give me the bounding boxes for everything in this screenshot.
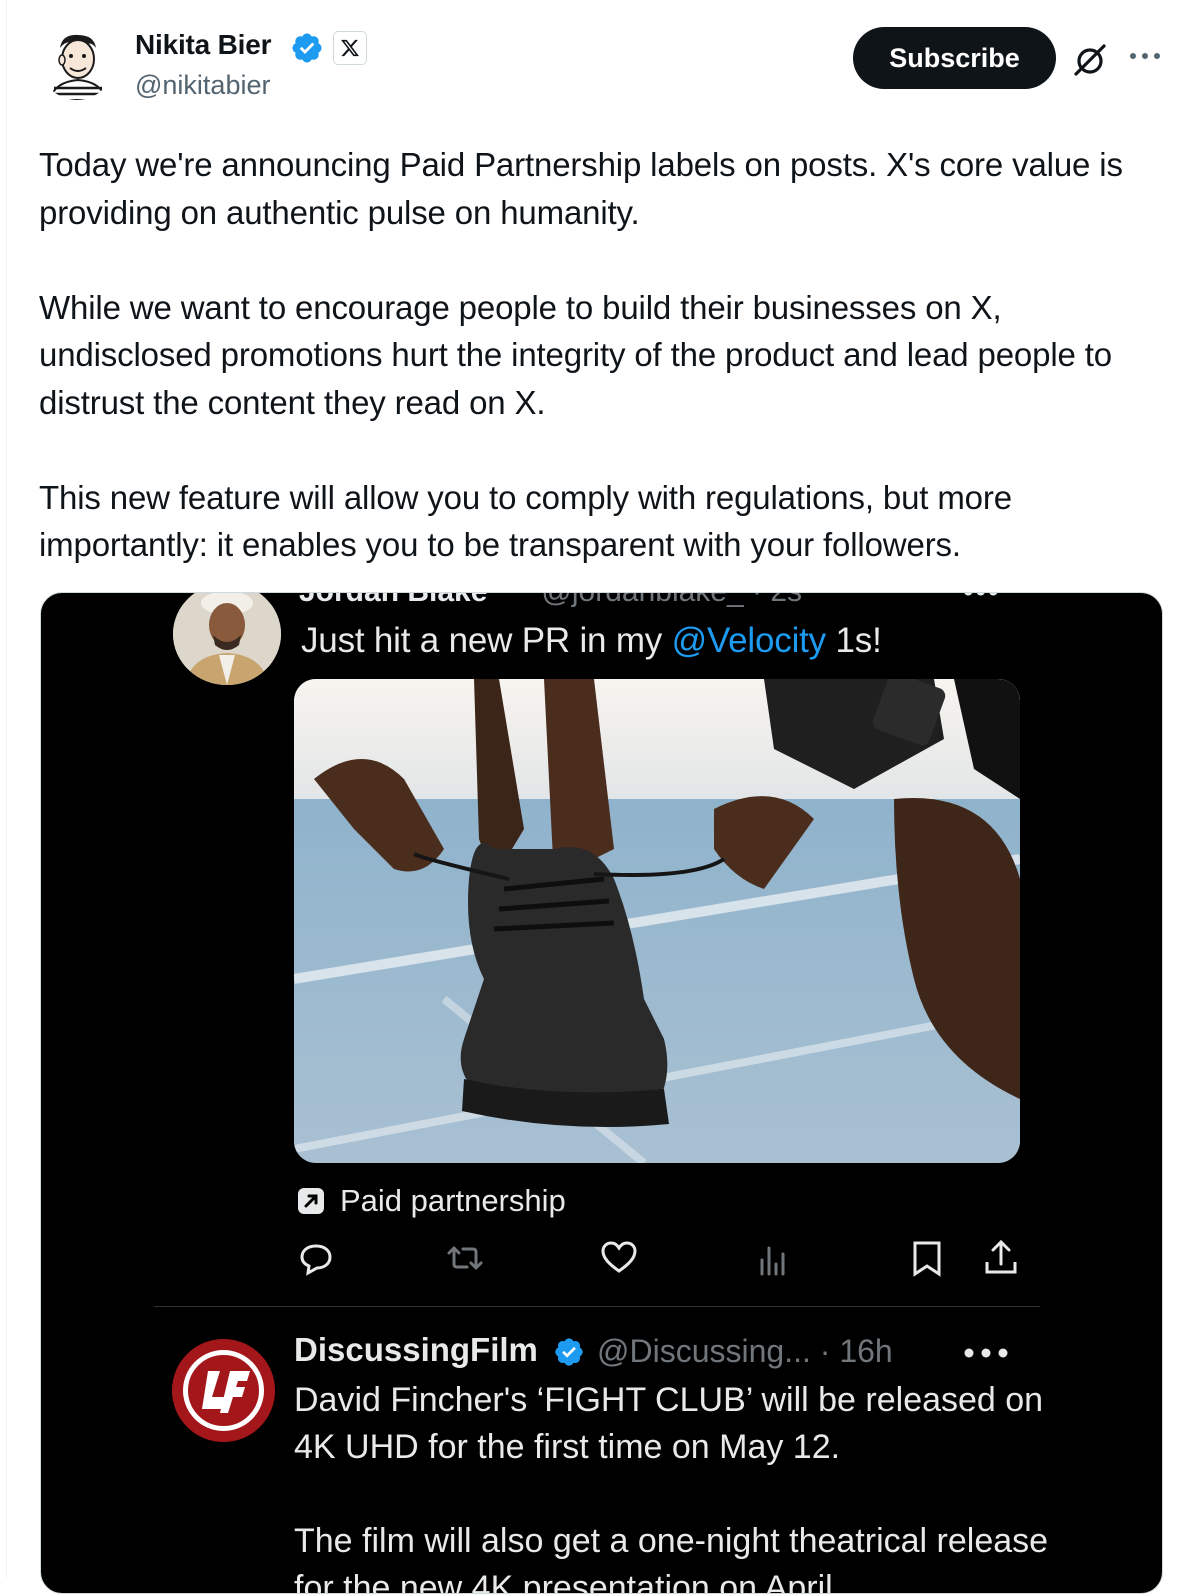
more-icon: •••: [963, 593, 1001, 609]
subscribe-button[interactable]: Subscribe: [853, 27, 1056, 89]
discussingfilm-name: DiscussingFilm: [294, 1331, 538, 1368]
paid-partnership-icon: [298, 1188, 324, 1214]
df-paragraph: The film will also get a one-night theat…: [294, 1522, 1049, 1594]
post-text: Today we're announcing Paid Partnership …: [39, 141, 1179, 569]
reply-icon[interactable]: [296, 1238, 336, 1278]
post-paragraph: This new feature will allow you to compl…: [39, 478, 1012, 564]
more-icon[interactable]: [1128, 46, 1162, 66]
jordan-text-end: 1s!: [825, 621, 882, 660]
verified-badge-icon: [290, 31, 324, 65]
post-divider: [154, 1306, 1040, 1307]
grok-icon[interactable]: [1070, 40, 1110, 80]
paid-partnership-label[interactable]: Paid partnership: [296, 1183, 566, 1219]
df-paragraph: David Fincher's ‘FIGHT CLUB’ will be rel…: [294, 1381, 1044, 1466]
jordan-avatar: [173, 593, 281, 685]
author-avatar[interactable]: [40, 26, 114, 100]
post-paragraph: Today we're announcing Paid Partnership …: [39, 146, 1123, 231]
author-handle[interactable]: @nikitabier: [135, 70, 270, 101]
jordan-header: Jordan Blake @jordanblake_ · 2s •••: [299, 593, 999, 609]
jordan-name: Jordan Blake: [299, 593, 487, 608]
bookmark-icon[interactable]: [907, 1238, 947, 1278]
like-icon[interactable]: [599, 1238, 639, 1278]
post-media[interactable]: Jordan Blake @jordanblake_ · 2s ••• Just …: [40, 592, 1163, 1594]
views-icon[interactable]: [754, 1238, 794, 1278]
x-logo-icon: [333, 31, 367, 65]
paid-partnership-text: Paid partnership: [340, 1183, 566, 1218]
jordan-text-start: Just hit a new PR in my: [301, 621, 672, 660]
repost-icon[interactable]: [445, 1238, 485, 1278]
share-icon[interactable]: [981, 1238, 1021, 1278]
more-icon: [964, 1348, 1008, 1358]
jordan-post-text: Just hit a new PR in my @Velocity 1s!: [301, 621, 882, 661]
discussingfilm-post-text: David Fincher's ‘FIGHT CLUB’ will be rel…: [294, 1377, 1054, 1594]
mention-link: @Velocity: [671, 621, 827, 660]
author-name[interactable]: Nikita Bier: [135, 29, 271, 61]
jordan-handle: @jordanblake_ · 2s: [541, 593, 802, 608]
timeline-border: [6, 0, 7, 1578]
post-paragraph: While we want to encourage people to bui…: [39, 288, 1112, 421]
discussingfilm-meta: @Discussing... · 16h: [597, 1333, 893, 1369]
verified-badge-icon: [555, 1338, 583, 1366]
discussingfilm-avatar: [172, 1339, 275, 1442]
shoe-photo: [294, 679, 1020, 1163]
